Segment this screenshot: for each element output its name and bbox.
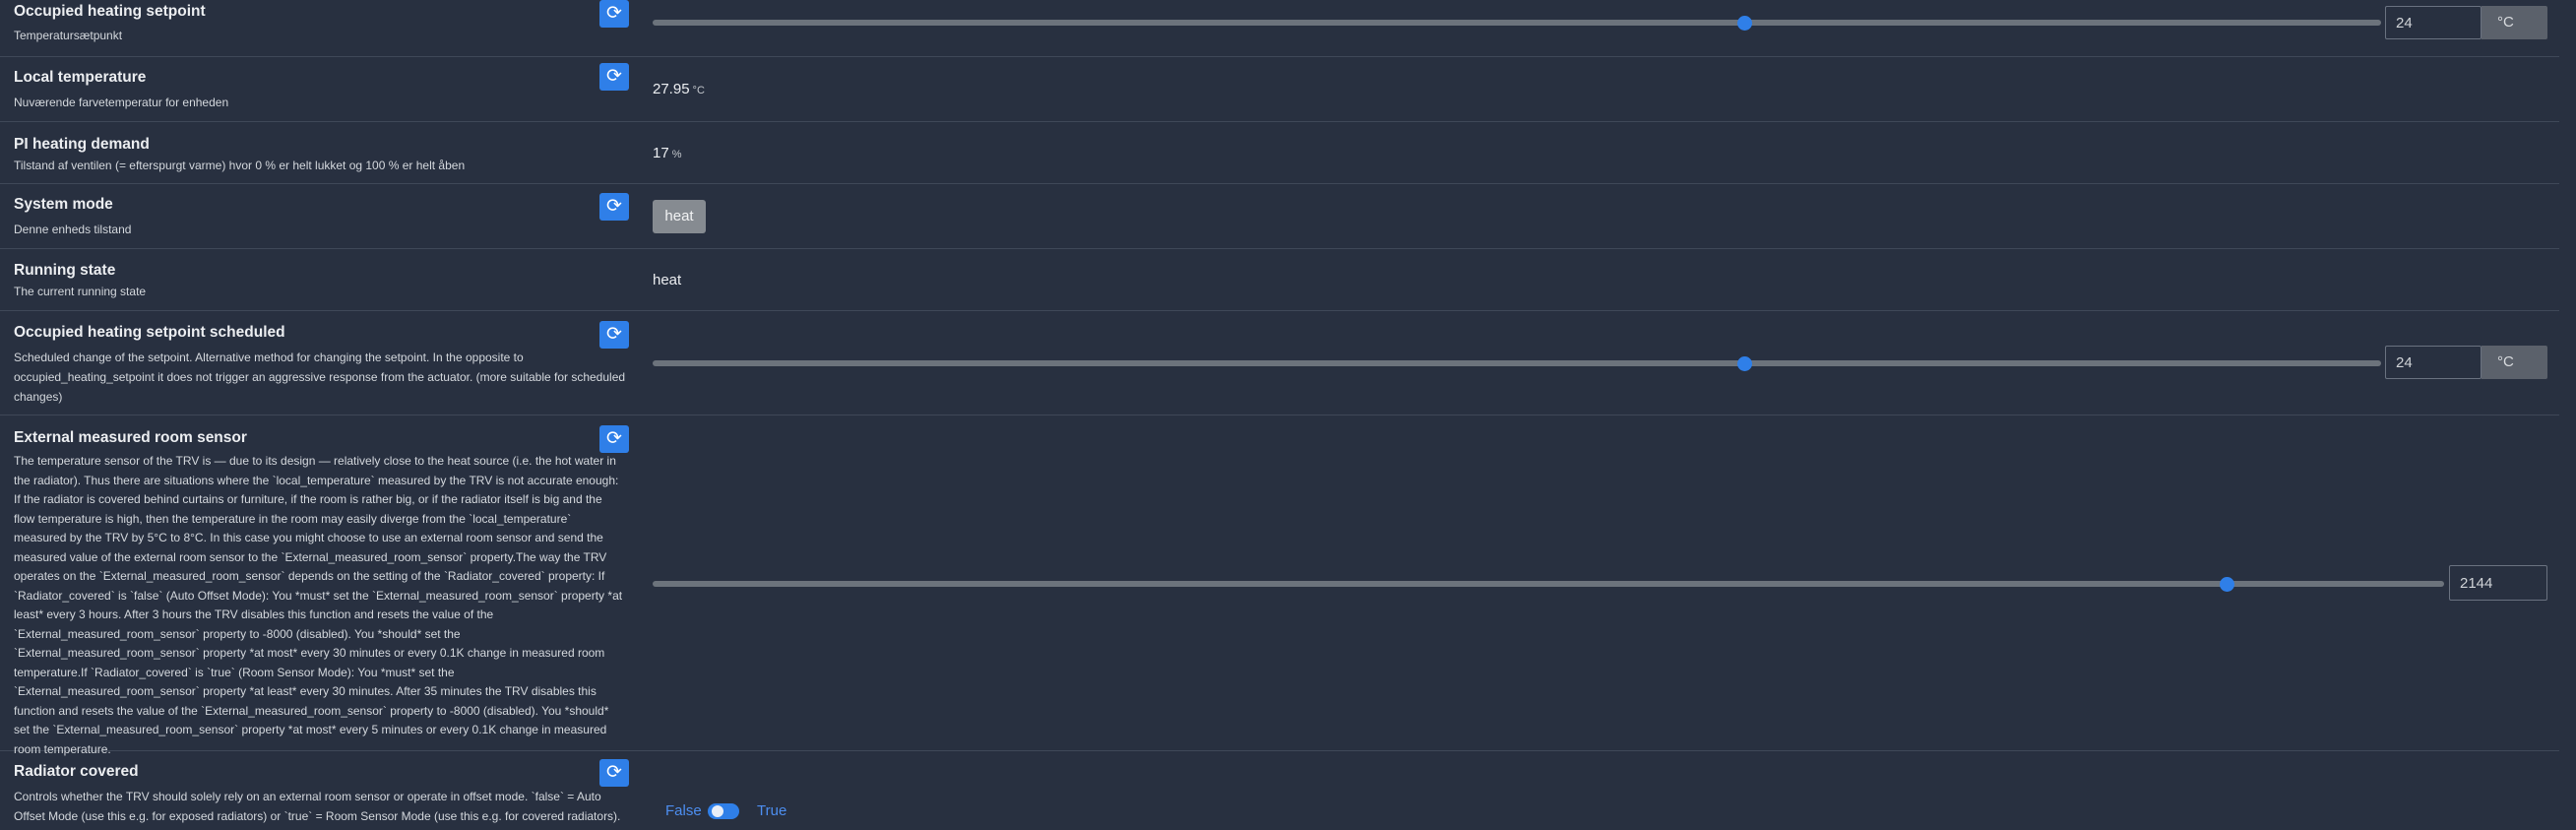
setpoint-scheduled-input[interactable]: 24 [2385,346,2482,379]
refresh-icon: ⟳ [606,428,622,449]
local-temperature-value: 27.95 °C [653,81,705,97]
setting-title: External measured room sensor [14,429,247,446]
refresh-icon: ⟳ [606,66,622,87]
setting-description: Tilstand af ventilen (= efterspurgt varm… [14,159,466,172]
running-state-value: heat [653,272,682,288]
setting-title: Local temperature [14,69,147,86]
slider-thumb[interactable] [2220,576,2234,592]
setting-row-occupied-heating-setpoint-scheduled: Occupied heating setpoint scheduled Sche… [0,311,2559,415]
value-unit: °C [692,85,705,96]
setting-description: The current running state [14,285,147,298]
setpoint-input[interactable]: 24 [2385,6,2482,39]
value-unit: % [671,149,682,160]
setting-row-system-mode: System mode Denne enheds tilstand ⟳ heat [0,184,2559,249]
setting-title: Running state [14,262,116,279]
refresh-icon: ⟳ [606,324,622,345]
unit-label: °C [2482,346,2547,379]
refresh-icon: ⟳ [606,196,622,217]
setting-description: Denne enheds tilstand [14,223,132,236]
radiator-covered-toggle[interactable] [708,803,739,819]
setting-description: Scheduled change of the setpoint. Altern… [14,351,626,404]
toggle-knob [712,805,723,817]
refresh-button[interactable]: ⟳ [599,0,629,28]
refresh-button[interactable]: ⟳ [599,321,629,349]
setting-row-running-state: Running state The current running state … [0,249,2559,311]
setting-title: PI heating demand [14,136,150,153]
slider-thumb[interactable] [1737,15,1752,31]
refresh-icon: ⟳ [606,762,622,783]
toggle-false-label[interactable]: False [665,802,702,819]
refresh-button[interactable]: ⟳ [599,425,629,453]
setting-row-pi-heating-demand: PI heating demand Tilstand af ventilen (… [0,122,2559,184]
setting-row-local-temperature: Local temperature Nuværende farvetempera… [0,57,2559,122]
unit-label: °C [2482,6,2547,39]
toggle-true-label[interactable]: True [757,802,786,819]
slider-thumb[interactable] [1737,355,1752,371]
setting-row-radiator-covered: Radiator covered Controls whether the TR… [0,751,2559,830]
system-mode-heat-button[interactable]: heat [653,200,706,233]
setting-description: Temperatursætpunkt [14,29,123,42]
value-text: 27.95 [653,81,690,97]
value-text: 17 [653,145,669,161]
refresh-button[interactable]: ⟳ [599,193,629,221]
setting-description: Nuværende farvetemperatur for enheden [14,96,229,109]
setting-description: Controls whether the TRV should solely r… [14,790,621,823]
setpoint-scheduled-slider[interactable] [653,355,2381,371]
setting-description: The temperature sensor of the TRV is — d… [14,454,623,756]
setting-row-external-measured-room-sensor: External measured room sensor The temper… [0,415,2559,756]
setting-title: Occupied heating setpoint scheduled [14,324,285,341]
refresh-icon: ⟳ [606,3,622,24]
external-sensor-slider[interactable] [653,576,2444,592]
pi-heating-demand-value: 17% [653,145,681,161]
setting-title: System mode [14,196,113,213]
setpoint-slider[interactable] [653,15,2381,31]
setting-title: Radiator covered [14,763,139,780]
setting-row-occupied-heating-setpoint: Occupied heating setpoint Temperatursætp… [0,0,2559,57]
external-sensor-input[interactable]: 2144 [2449,565,2547,601]
setting-title: Occupied heating setpoint [14,3,206,20]
refresh-button[interactable]: ⟳ [599,63,629,91]
refresh-button[interactable]: ⟳ [599,759,629,787]
